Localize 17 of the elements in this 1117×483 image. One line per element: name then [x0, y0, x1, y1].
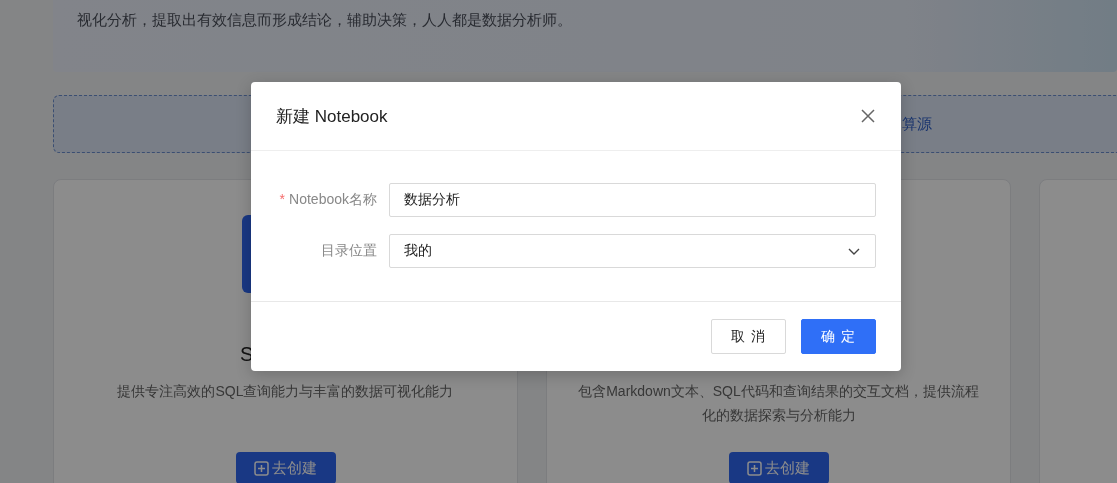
name-input[interactable]: 数据分析	[389, 183, 876, 217]
required-mark: *	[279, 191, 286, 207]
create-button[interactable]: 去创建	[235, 452, 336, 483]
create-button[interactable]: 去创建	[728, 452, 829, 483]
confirm-button[interactable]: 确 定	[801, 319, 876, 354]
card-description: 包含Markdown文本、SQL代码和查询结果的交互文档，提供流程化的数据探索与分析能力	[577, 382, 980, 425]
compute-link[interactable]: 算源	[902, 114, 932, 134]
plus-square-icon	[254, 460, 269, 476]
field-label: * Notebook名称	[278, 191, 378, 209]
dialog-title: 新建 Notebook	[276, 105, 388, 128]
close-icon[interactable]	[860, 108, 876, 124]
plus-square-icon	[747, 460, 762, 476]
cancel-button[interactable]: 取 消	[711, 319, 787, 354]
intro-text: 视化分析，提取出有效信息而形成结论，辅助决策，人人都是数据分析师。	[77, 11, 572, 28]
field-label: 目录位置	[320, 242, 378, 260]
card-description: 提供专注高效的SQL查询能力与丰富的数据可视化能力	[116, 382, 455, 401]
folder-select[interactable]: 我的	[389, 234, 876, 268]
